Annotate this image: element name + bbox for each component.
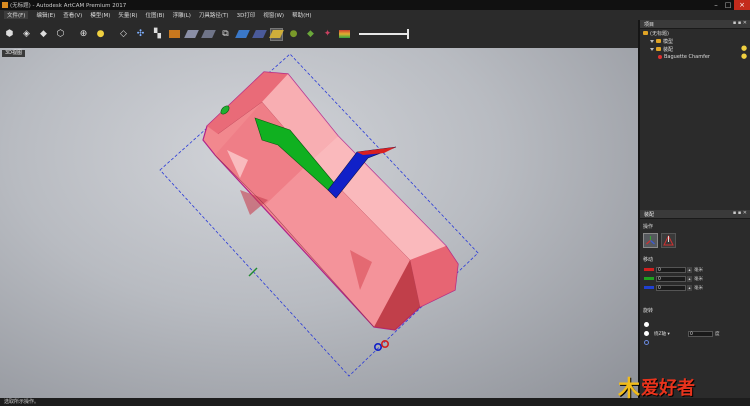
tree-item-baguette-chamfer[interactable]: Baguette Chamfer bbox=[658, 53, 710, 61]
star-icon[interactable]: ✦ bbox=[321, 28, 334, 41]
zoom-fit-icon[interactable]: ⊕ bbox=[77, 28, 90, 41]
menu-file[interactable]: 文件(F) bbox=[4, 11, 29, 19]
menu-3d-print[interactable]: 3D打印 bbox=[237, 11, 256, 19]
zoom-slider[interactable] bbox=[359, 29, 411, 39]
status-text: 选取所示操作。 bbox=[4, 399, 40, 405]
move-y-input[interactable]: 0 bbox=[656, 275, 686, 282]
menu-vector[interactable]: 矢量(R) bbox=[118, 11, 137, 19]
panel-header-buttons[interactable]: ▪ ▪ ✕ bbox=[733, 210, 747, 216]
highlight-icon[interactable] bbox=[269, 27, 284, 41]
move-x-row: 0 ▴ 毫米 bbox=[644, 266, 703, 273]
color-icon[interactable] bbox=[338, 28, 351, 41]
visibility-bulb-icon[interactable]: ● bbox=[741, 44, 747, 52]
rotate-free-radio[interactable] bbox=[644, 340, 649, 345]
app-icon bbox=[2, 2, 8, 8]
move-y-spinner[interactable]: ▴ bbox=[687, 275, 692, 282]
menu-help[interactable]: 帮助(H) bbox=[292, 11, 311, 19]
tree-root[interactable]: (无标题) bbox=[643, 29, 669, 37]
relief-plane-icon[interactable]: ◇ bbox=[117, 28, 130, 41]
move-label: 移动 bbox=[643, 257, 654, 263]
sphere-icon[interactable]: ● bbox=[287, 28, 300, 41]
move-x-spinner[interactable]: ▴ bbox=[687, 266, 692, 273]
move-z-input[interactable]: 0 bbox=[656, 284, 686, 291]
menu-window[interactable]: 视窗(W) bbox=[263, 11, 284, 19]
menu-model[interactable]: 模型(M) bbox=[90, 11, 110, 19]
scene-graphic bbox=[159, 53, 479, 377]
rotate-angle-input[interactable]: 0 bbox=[688, 331, 713, 337]
title-bar: (无标题) - Autodesk ArtCAM Premium 2017 – □… bbox=[0, 0, 750, 10]
shaded-icon[interactable] bbox=[201, 28, 216, 41]
visibility-bulb-icon[interactable]: ● bbox=[741, 52, 747, 60]
move-z-spinner[interactable]: ▴ bbox=[687, 284, 692, 291]
move-y-row: 0 ▴ 毫米 bbox=[644, 275, 703, 282]
rotate-unit-label: 度 bbox=[715, 332, 720, 337]
rotate-axis-select[interactable]: 绕Z轴 ▾ bbox=[654, 331, 670, 337]
right-panel: 项目 ▪ ▪ ✕ (无标题) 模型 装配 Baguette Chamfer ● … bbox=[640, 20, 750, 398]
menu-bitmap[interactable]: 位图(B) bbox=[145, 11, 164, 19]
close-button[interactable]: × bbox=[734, 0, 750, 10]
minimize-button[interactable]: – bbox=[710, 0, 722, 10]
watermark-logo: 木 bbox=[618, 376, 641, 402]
menu-edit[interactable]: 编辑(E) bbox=[36, 11, 55, 19]
layer-icon[interactable] bbox=[252, 28, 267, 41]
rotate-option-radio[interactable] bbox=[644, 322, 649, 327]
mesh-icon[interactable]: ◆ bbox=[304, 28, 317, 41]
frame-icon[interactable]: ⧉ bbox=[219, 28, 232, 41]
menu-bar: 文件(F) 编辑(E) 查看(V) 模型(M) 矢量(R) 位图(B) 浮雕(L… bbox=[0, 10, 750, 20]
move-mode-button[interactable] bbox=[643, 233, 658, 248]
tree-item-models[interactable]: 模型 bbox=[650, 37, 673, 45]
checker-icon[interactable]: ▚ bbox=[151, 28, 164, 41]
project-panel-header: 项目 ▪ ▪ ✕ bbox=[640, 20, 750, 29]
tree-item-assembly[interactable]: 装配 bbox=[650, 45, 673, 53]
maximize-button[interactable]: □ bbox=[722, 0, 734, 10]
window-title: (无标题) - Autodesk ArtCAM Premium 2017 bbox=[10, 3, 127, 9]
light-bulb-icon[interactable]: ● bbox=[94, 28, 107, 41]
menu-view[interactable]: 查看(V) bbox=[63, 11, 82, 19]
move-z-row: 0 ▴ 毫米 bbox=[644, 284, 703, 291]
panel-header-buttons[interactable]: ▪ ▪ ✕ bbox=[733, 20, 747, 26]
side-cube-icon[interactable]: ◆ bbox=[37, 28, 50, 41]
project-panel-title: 项目 bbox=[644, 22, 655, 28]
axes-icon[interactable]: ✣ bbox=[134, 28, 147, 41]
assembly-panel-title: 装配 bbox=[644, 212, 655, 218]
assembly-panel-header: 装配 ▪ ▪ ✕ bbox=[640, 210, 750, 219]
rotate-mode-button[interactable] bbox=[661, 233, 676, 248]
material-icon[interactable] bbox=[168, 28, 181, 41]
iso-cube-icon[interactable]: ⬢ bbox=[3, 28, 16, 41]
water-icon[interactable] bbox=[235, 28, 250, 41]
3d-view-tab[interactable]: 3D视图 bbox=[2, 50, 26, 57]
menu-relief[interactable]: 浮雕(L) bbox=[173, 11, 191, 19]
top-cube-icon[interactable]: ⬡ bbox=[54, 28, 67, 41]
watermark-text: 爱好者 bbox=[641, 378, 696, 399]
front-cube-icon[interactable]: ◈ bbox=[20, 28, 33, 41]
menu-toolpaths[interactable]: 刀具路径(T) bbox=[199, 11, 229, 19]
watermark: 木 爱好者 bbox=[618, 372, 695, 402]
operation-label: 操作 bbox=[643, 224, 654, 230]
rotate-label: 旋转 bbox=[643, 308, 654, 314]
window-controls: – □ × bbox=[710, 0, 750, 10]
move-x-input[interactable]: 0 bbox=[656, 266, 686, 273]
wireframe-icon[interactable] bbox=[184, 28, 199, 41]
3d-viewport[interactable]: 3D视图 bbox=[0, 48, 638, 398]
rotate-axis-radio[interactable] bbox=[644, 331, 649, 336]
